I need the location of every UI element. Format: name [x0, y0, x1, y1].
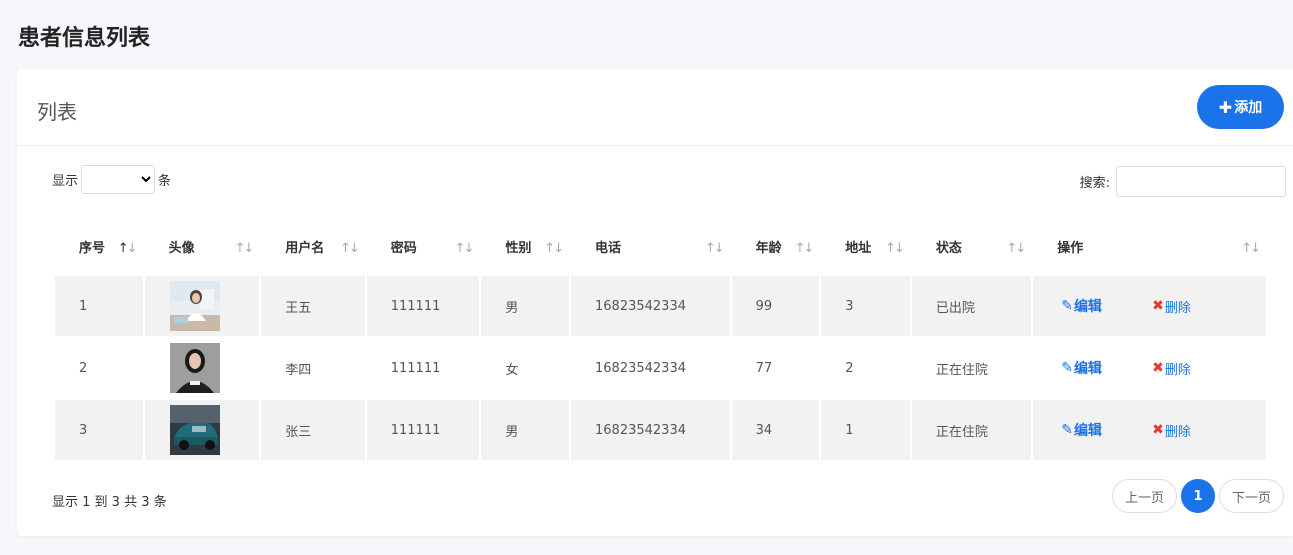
add-button-label: 添加: [1234, 100, 1263, 116]
cell-index: 2: [55, 338, 143, 398]
table-row: 3 张三 111111 男 16823542334 34 1 正在住院 ✎ 编辑…: [55, 400, 1266, 460]
col-header-age[interactable]: 年龄 ↑↓: [732, 219, 820, 274]
delete-icon: ✖: [1152, 298, 1164, 314]
page-button-current[interactable]: 1: [1180, 479, 1215, 513]
prev-page-button[interactable]: 上一页: [1111, 479, 1177, 513]
sort-icon: ↑↓: [454, 241, 475, 256]
cell-phone: 16823542334: [571, 276, 730, 336]
table-row: 2 李四 111111 女 16823542334 77 2 正在住院 ✎ 编辑…: [55, 338, 1266, 398]
edit-button[interactable]: ✎ 编辑: [1061, 420, 1102, 440]
sort-icon: ↑↓: [704, 241, 725, 256]
search-input[interactable]: [1116, 166, 1286, 197]
card-title: 列表: [37, 100, 77, 124]
edit-button[interactable]: ✎ 编辑: [1061, 358, 1102, 378]
cell-status: 正在住院: [911, 338, 1032, 398]
patient-table: 序号 ↑↓ 头像 ↑↓ 用户名 ↑↓ 密码 ↑↓ 性别 ↑↓ 电话 ↑↓ 年龄 ↑↓ 地址 ↑↓…: [53, 217, 1268, 462]
cell-username: 王五: [261, 276, 365, 336]
cell-password: 111111: [366, 400, 480, 460]
delete-icon: ✖: [1152, 422, 1164, 438]
sort-icon: ↑↓: [885, 241, 905, 256]
edit-icon: ✎: [1061, 298, 1073, 314]
cell-address: 1: [821, 400, 910, 460]
col-header-phone[interactable]: 电话 ↑↓: [571, 219, 730, 274]
cell-gender: 男: [481, 276, 570, 336]
cell-username: 张三: [261, 400, 365, 460]
avatar-image: [169, 405, 220, 455]
cell-gender: 男: [481, 400, 570, 460]
delete-icon: ✖: [1152, 360, 1164, 376]
page-length-select[interactable]: [81, 165, 156, 194]
cell-phone: 16823542334: [571, 400, 730, 460]
cell-actions: ✎ 编辑 ✖ 删除: [1033, 276, 1266, 336]
table-row: 1 王五 111111 男 16823542334 99 3 已出院 ✎ 编辑 …: [55, 276, 1266, 336]
table-info: 显示 1 到 3 共 3 条: [52, 495, 167, 510]
col-header-index[interactable]: 序号 ↑↓: [55, 219, 143, 274]
col-header-gender[interactable]: 性别 ↑↓: [481, 219, 569, 274]
cell-index: 3: [55, 400, 143, 460]
cell-password: 111111: [366, 276, 480, 336]
cell-avatar: [144, 276, 260, 336]
cell-password: 111111: [366, 338, 480, 398]
length-suffix: 条: [158, 174, 172, 189]
cell-address: 2: [821, 338, 910, 398]
page-title: 患者信息列表: [18, 26, 151, 51]
cell-age: 77: [731, 338, 820, 398]
sort-icon: ↑↓: [1241, 241, 1261, 256]
edit-icon: ✎: [1061, 360, 1073, 376]
col-header-password[interactable]: 密码 ↑↓: [367, 219, 480, 274]
search-label: 搜索:: [1079, 176, 1110, 191]
cell-gender: 女: [481, 338, 570, 398]
list-card: 列表 ✚ 添加 显示 条 搜索: 序号 ↑↓ 头像 ↑↓ 用户名 ↑↓ 密码 ↑↓ 性别…: [17, 69, 1293, 536]
plus-icon: ✚: [1218, 97, 1233, 117]
avatar-image: [169, 281, 220, 331]
cell-phone: 16823542334: [571, 338, 730, 398]
avatar-image: [169, 343, 220, 393]
cell-avatar: [144, 338, 260, 398]
card-header: 列表 ✚ 添加: [17, 69, 1293, 146]
cell-age: 34: [731, 400, 820, 460]
sort-icon: ↑↓: [339, 241, 360, 256]
cell-avatar: [144, 400, 260, 460]
col-header-actions[interactable]: 操作 ↑↓: [1033, 219, 1266, 274]
pagination: 上一页 1 下一页: [1111, 479, 1284, 513]
col-header-username[interactable]: 用户名 ↑↓: [261, 219, 364, 274]
cell-age: 99: [731, 276, 820, 336]
cell-address: 3: [821, 276, 910, 336]
next-page-button[interactable]: 下一页: [1218, 479, 1284, 513]
col-header-avatar[interactable]: 头像 ↑↓: [145, 219, 260, 274]
edit-icon: ✎: [1061, 422, 1073, 438]
table-header-row: 序号 ↑↓ 头像 ↑↓ 用户名 ↑↓ 密码 ↑↓ 性别 ↑↓ 电话 ↑↓ 年龄 ↑↓ 地址 ↑↓…: [55, 219, 1266, 274]
sort-icon: ↑↓: [1006, 241, 1026, 256]
col-header-address[interactable]: 地址 ↑↓: [821, 219, 910, 274]
delete-button[interactable]: ✖ 删除: [1152, 359, 1191, 378]
sort-asc-icon: ↑↓: [117, 241, 138, 256]
delete-button[interactable]: ✖ 删除: [1152, 297, 1191, 316]
col-header-status[interactable]: 状态 ↑↓: [912, 219, 1031, 274]
sort-icon: ↑↓: [794, 241, 814, 256]
cell-index: 1: [55, 276, 143, 336]
delete-button[interactable]: ✖ 删除: [1152, 421, 1191, 440]
length-control: 显示 条: [52, 165, 171, 194]
add-button[interactable]: ✚ 添加: [1197, 85, 1284, 129]
cell-status: 正在住院: [911, 400, 1032, 460]
cell-actions: ✎ 编辑 ✖ 删除: [1033, 400, 1266, 460]
edit-button[interactable]: ✎ 编辑: [1061, 296, 1102, 316]
sort-icon: ↑↓: [234, 241, 254, 256]
search-control: 搜索:: [1080, 166, 1286, 197]
cell-actions: ✎ 编辑 ✖ 删除: [1033, 338, 1266, 398]
cell-status: 已出院: [911, 276, 1032, 336]
length-prefix: 显示: [52, 174, 79, 189]
cell-username: 李四: [261, 338, 365, 398]
sort-icon: ↑↓: [544, 241, 564, 256]
